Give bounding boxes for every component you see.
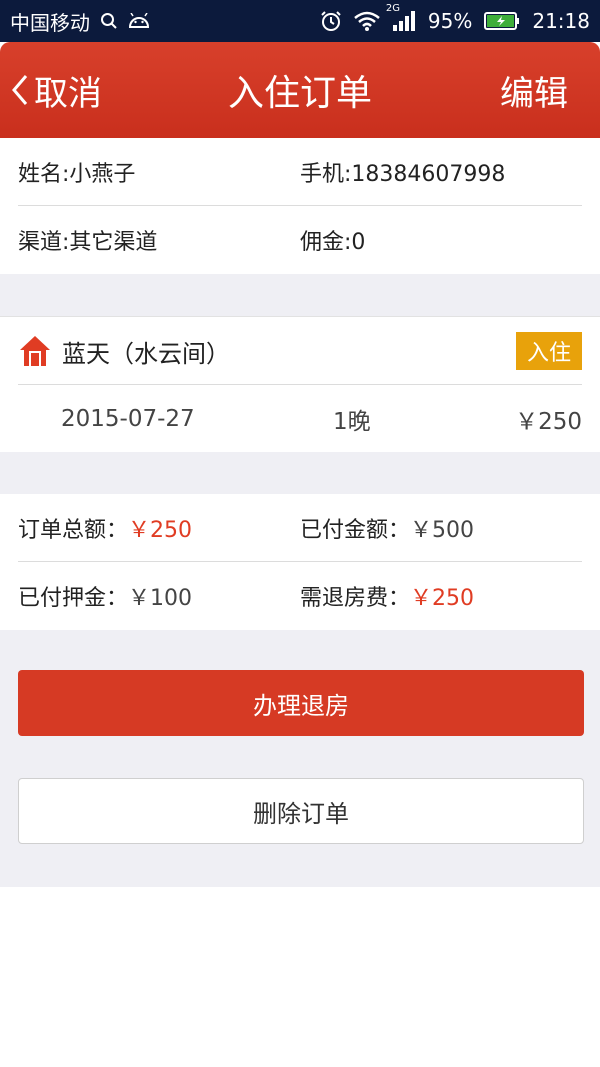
- network-type: 2G: [385, 3, 401, 14]
- section-gap: [0, 452, 600, 494]
- carrier-label: 中国移动: [10, 10, 90, 35]
- wifi-icon: [354, 11, 380, 31]
- battery-charging-icon: [484, 11, 520, 31]
- guest-name: 姓名:小燕子: [18, 162, 136, 187]
- room-section: 蓝天（水云间） 入住 2015-07-27 1晚 ￥250: [0, 316, 600, 452]
- room-price: ￥250: [515, 409, 582, 435]
- signal-icon: 2G: [386, 3, 416, 31]
- order-total-label: 订单总额：: [18, 518, 129, 543]
- order-total-value: ￥250: [128, 518, 193, 543]
- checkout-button[interactable]: 办理退房: [18, 670, 584, 736]
- chevron-left-icon: [10, 73, 34, 107]
- refund-fee: 需退房费：￥250: [300, 580, 474, 612]
- edit-button[interactable]: 编辑: [500, 42, 568, 138]
- clock-time: 21:18: [532, 9, 590, 33]
- delete-order-button[interactable]: 删除订单: [18, 778, 584, 844]
- cancel-label: 取消: [34, 73, 102, 114]
- search-icon: [100, 12, 118, 30]
- paid-amount-label: 已付金额：: [300, 518, 411, 543]
- refund-fee-value: ￥250: [410, 586, 475, 611]
- order-total: 订单总额：￥250: [18, 512, 192, 544]
- nav-bar: 取消 入住订单 编辑: [0, 42, 600, 138]
- status-badge: 入住: [516, 332, 582, 370]
- alarm-icon: [320, 10, 342, 32]
- stay-date: 2015-07-27: [61, 406, 195, 432]
- house-icon: [18, 334, 52, 368]
- action-area: 办理退房 删除订单: [0, 630, 600, 887]
- booking-channel: 渠道:其它渠道: [18, 230, 158, 255]
- section-gap: [0, 274, 600, 316]
- guest-info-section: 姓名:小燕子 手机:18384607998 渠道:其它渠道 佣金:0: [0, 138, 600, 274]
- paid-deposit: 已付押金：￥100: [18, 580, 192, 612]
- paid-deposit-value: ￥100: [128, 586, 193, 611]
- stay-nights: 1晚: [333, 409, 371, 435]
- status-bar: 中国移动 2G 95% 21:18: [0, 0, 600, 42]
- refund-fee-label: 需退房费：: [300, 586, 411, 611]
- guest-phone[interactable]: 手机:18384607998: [300, 156, 505, 188]
- cancel-button[interactable]: 取消: [10, 42, 102, 138]
- paid-amount: 已付金额：￥500: [300, 512, 474, 544]
- android-icon: [128, 13, 150, 29]
- payment-section: 订单总额：￥250 已付金额：￥500 已付押金：￥100 需退房费：￥250: [0, 494, 600, 630]
- commission: 佣金:0: [300, 230, 366, 255]
- paid-amount-value: ￥500: [410, 518, 475, 543]
- room-name: 蓝天（水云间）: [62, 339, 230, 368]
- battery-percent: 95%: [427, 9, 473, 33]
- paid-deposit-label: 已付押金：: [18, 586, 129, 611]
